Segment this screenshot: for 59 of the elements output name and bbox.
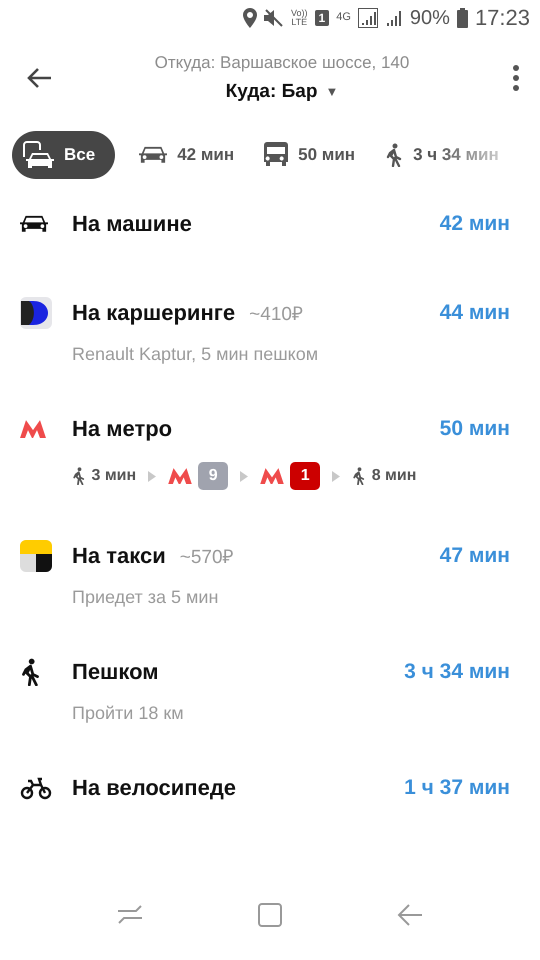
taxi-icon	[20, 540, 52, 572]
route-time: 3 ч 34 мин	[404, 660, 510, 684]
chevron-right-icon	[332, 470, 340, 482]
bus-icon	[264, 142, 288, 168]
route-price: ~410₽	[249, 303, 303, 326]
walking-person-icon	[352, 467, 366, 485]
route-title: На велосипеде	[72, 775, 236, 801]
walking-person-icon	[72, 467, 86, 485]
clock: 17:23	[474, 6, 530, 28]
walking-person-icon	[385, 143, 404, 167]
sim-badge: 1	[314, 10, 330, 26]
battery-percent: 90%	[410, 8, 450, 28]
metro-icon	[168, 468, 192, 484]
car-icon	[139, 145, 168, 165]
origin-address: Откуда: Варшавское шоссе, 140	[154, 52, 410, 72]
route-title: На каршеринге	[72, 300, 236, 326]
volte-label: Vo))	[291, 8, 308, 18]
dropdown-caret: ▼	[325, 84, 338, 99]
route-price: ~570₽	[180, 546, 234, 569]
chevron-right-icon	[148, 470, 156, 482]
destination: Куда: Бар	[226, 80, 318, 102]
walk-duration: 8 мин	[372, 467, 416, 485]
transport-tab[interactable]: Все	[12, 131, 116, 179]
battery-icon	[456, 8, 468, 28]
route-time: 44 мин	[440, 301, 510, 325]
muted-speaker-icon	[264, 8, 284, 26]
route-details: Renault Kaptur, 5 мин пешком	[72, 343, 320, 366]
back-icon[interactable]	[396, 904, 423, 926]
route-title: На такси	[72, 543, 166, 569]
transport-tab[interactable]: 42 мин	[133, 131, 240, 179]
carsharing-icon	[20, 297, 52, 329]
metro-line-badge: 9	[198, 462, 228, 490]
transport-tab[interactable]: 50 мин	[258, 131, 362, 179]
route-title: Пешком	[72, 659, 159, 685]
network-type: 4G	[336, 12, 351, 23]
vehicles-icon	[22, 141, 54, 169]
route-title: На машине	[72, 211, 192, 237]
route-details: Пройти 18 км	[72, 702, 185, 725]
home-icon[interactable]	[258, 903, 282, 927]
more-menu-button[interactable]	[512, 64, 520, 92]
metro-icon	[260, 468, 284, 484]
car-icon	[20, 214, 48, 234]
walking-person-icon	[20, 658, 41, 686]
route-time: 47 мин	[440, 544, 510, 568]
signal-icon	[358, 8, 378, 28]
route-time: 50 мин	[440, 417, 510, 441]
metro-line-badge: 1	[290, 462, 320, 490]
walk-duration: 3 мин	[92, 467, 136, 485]
bicycle-icon	[20, 776, 52, 800]
route-title: На метро	[72, 416, 172, 442]
chevron-right-icon	[240, 470, 248, 482]
lte-label: LTE	[291, 18, 308, 26]
route-details: Приедет за 5 мин	[72, 586, 220, 609]
location-icon	[243, 8, 258, 28]
back-button[interactable]	[26, 66, 52, 88]
metro-icon	[20, 420, 46, 438]
route-time: 42 мин	[440, 212, 510, 236]
route-time: 1 ч 37 мин	[404, 776, 510, 800]
transport-tab[interactable]: 3 ч 34 мин	[379, 131, 505, 179]
